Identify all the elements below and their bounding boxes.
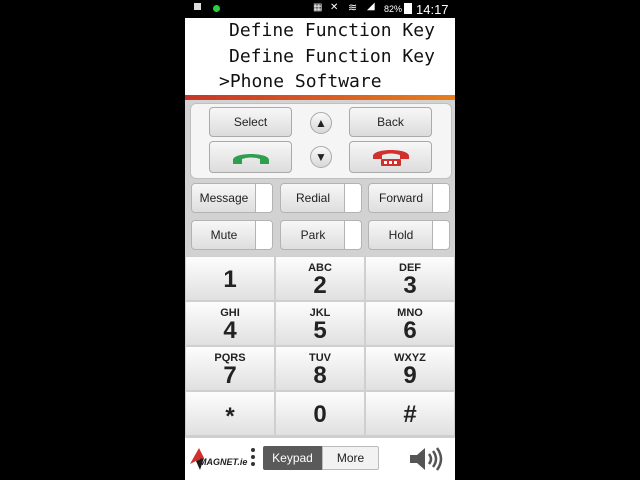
key-3[interactable]: DEF 3 — [366, 257, 454, 300]
display-line-3: >Phone Software — [219, 71, 382, 92]
mute-icon: ✕ — [330, 2, 339, 13]
key-2[interactable]: ABC 2 — [276, 257, 364, 300]
key-hash[interactable]: # — [366, 392, 454, 435]
key-7[interactable]: PQRS 7 — [186, 347, 274, 390]
key-6[interactable]: MNO 6 — [366, 302, 454, 345]
logo-text: MAGNET.ie — [199, 457, 248, 467]
tab-more[interactable]: More — [322, 446, 379, 470]
key-0[interactable]: 0 — [276, 392, 364, 435]
key-5[interactable]: JKL 5 — [276, 302, 364, 345]
select-button[interactable]: Select — [209, 107, 292, 137]
tab-keypad[interactable]: Keypad — [263, 446, 322, 470]
mute-button[interactable]: Mute — [191, 220, 273, 250]
down-arrow-icon: ▼ — [315, 150, 327, 164]
forward-indicator — [432, 184, 449, 212]
wifi-icon: ≋ — [348, 2, 358, 14]
forward-button[interactable]: Forward — [368, 183, 450, 213]
key-1[interactable]: 1 — [186, 257, 274, 300]
display-line-3-text: Phone Software — [229, 71, 382, 92]
nfc-icon: ▦ — [313, 2, 323, 13]
status-bar: ▦ ✕ ≋ ◢ 82% 14:17 — [185, 0, 455, 18]
key-9[interactable]: WXYZ 9 — [366, 347, 454, 390]
display-caret: > — [219, 71, 230, 92]
notification-icon — [194, 3, 201, 10]
phone-display: Define Function Key Define Function Key … — [185, 18, 455, 95]
phone-app: ▦ ✕ ≋ ◢ 82% 14:17 Define Function Key De… — [185, 0, 455, 480]
redial-button[interactable]: Redial — [280, 183, 362, 213]
phone-hangup-icon — [373, 150, 409, 166]
battery-icon — [404, 3, 412, 14]
message-button[interactable]: Message — [191, 183, 273, 213]
call-button[interactable] — [209, 141, 292, 173]
key-8[interactable]: TUV 8 — [276, 347, 364, 390]
phone-pickup-icon — [233, 154, 269, 164]
display-line-1: Define Function Key — [229, 20, 435, 41]
hangup-button[interactable] — [349, 141, 432, 173]
message-indicator — [255, 184, 272, 212]
up-arrow-icon: ▲ — [315, 116, 327, 130]
mute-indicator — [255, 221, 272, 249]
hold-button[interactable]: Hold — [368, 220, 450, 250]
hold-indicator — [432, 221, 449, 249]
redial-indicator — [344, 184, 361, 212]
battery-percent: 82% — [384, 4, 403, 14]
park-button[interactable]: Park — [280, 220, 362, 250]
menu-dots-icon[interactable] — [251, 448, 255, 469]
nav-up-button[interactable]: ▲ — [310, 112, 332, 134]
nav-down-button[interactable]: ▼ — [310, 146, 332, 168]
bottom-bar: MAGNET.ie Keypad More — [185, 438, 455, 480]
key-4[interactable]: GHI 4 — [186, 302, 274, 345]
signal-icon: ◢ — [367, 1, 375, 12]
dial-keypad: 1 ABC 2 DEF 3 GHI 4 JKL 5 MNO 6 PQRS 7 TUV 8 WX… — [185, 256, 455, 438]
navigation-panel: Select Back ▲ ▼ — [190, 103, 452, 179]
speaker-icon[interactable] — [407, 444, 447, 474]
clock: 14:17 — [416, 2, 449, 17]
back-button[interactable]: Back — [349, 107, 432, 137]
control-panel: Select Back ▲ ▼ Message Redial Forward M… — [185, 100, 455, 256]
display-line-2: Define Function Key — [229, 46, 435, 67]
park-indicator — [344, 221, 361, 249]
key-star[interactable]: * — [186, 392, 274, 435]
green-dot-icon — [213, 5, 220, 12]
